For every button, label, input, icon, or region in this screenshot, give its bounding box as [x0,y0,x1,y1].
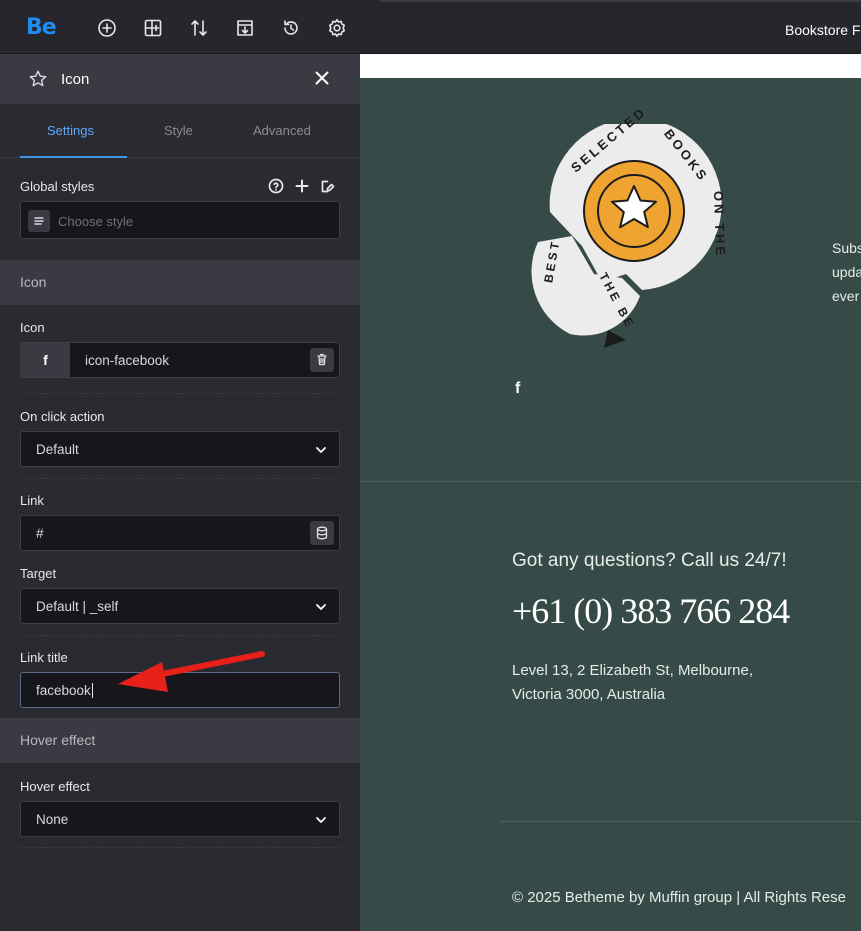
address-line-1: Level 13, 2 Elizabeth St, Melbourne, [512,662,753,679]
on-click-label: On click action [20,409,105,424]
link-title-label: Link title [20,650,68,665]
toolbar-hairline [380,0,861,2]
history-icon[interactable] [280,17,302,39]
icon-label: Icon [20,320,45,335]
tab-advanced[interactable]: Advanced [253,123,311,138]
tab-settings[interactable]: Settings [47,123,94,138]
edit-style-icon[interactable] [320,178,336,194]
icon-name[interactable]: icon-facebook [85,353,169,368]
facebook-icon[interactable]: f [21,343,70,377]
address-line-2: Victoria 3000, Australia [512,686,666,703]
export-icon[interactable] [234,17,256,39]
facebook-social-icon[interactable]: f [515,380,520,398]
layout-icon[interactable] [142,17,164,39]
chevron-down-icon [316,604,326,610]
phone-number[interactable]: +61 (0) 383 766 284 [512,590,790,632]
link-label: Link [20,493,44,508]
page-preview: SELECTED BOOKS ON THE BEST THE BE Subs u… [360,54,861,931]
link-title-value: facebook [36,683,93,698]
betheme-logo[interactable]: Be [26,15,57,40]
badge-text-on: ON THE [710,190,729,259]
site-title[interactable]: Bookstore F [785,22,860,38]
field-divider [20,635,340,636]
active-tab-indicator [20,156,127,158]
hover-effect-label: Hover effect [20,779,90,794]
global-style-select[interactable]: Choose style [20,201,340,239]
icon-picker[interactable]: f icon-facebook [20,342,340,378]
copyright-text: © 2025 Betheme by Muffin group | All Rig… [512,889,847,906]
choose-style-placeholder: Choose style [58,214,134,229]
target-select[interactable]: Default | _self [20,588,340,624]
close-icon[interactable] [312,68,332,88]
list-icon [28,210,50,232]
star-icon [29,70,47,87]
trash-icon[interactable] [310,348,334,372]
panel-header: Icon [0,54,360,104]
on-click-select[interactable]: Default [20,431,340,467]
chevron-down-icon [316,447,326,453]
settings-icon[interactable] [326,17,348,39]
section-hover-effect[interactable]: Hover effect [0,718,360,763]
section-hover-title: Hover effect [20,732,96,748]
link-input[interactable]: # [20,515,340,551]
hover-effect-select[interactable]: None [20,801,340,837]
subscribe-text-1: Subs [832,240,861,256]
section-icon[interactable]: Icon [0,260,360,305]
target-value: Default | _self [36,599,119,614]
top-toolbar: Be Bookstore F [0,0,861,54]
footer-divider [360,481,861,482]
field-divider [20,478,340,479]
hover-effect-value: None [36,812,69,827]
add-icon[interactable] [96,17,118,39]
subscribe-text-3: ever [832,288,860,304]
link-title-input[interactable]: facebook [20,672,340,708]
subscribe-text-2: upda [832,264,861,280]
on-click-value: Default [36,442,79,457]
sort-icon[interactable] [188,17,210,39]
global-styles-label: Global styles [20,179,95,194]
panel-tabs: Settings Style Advanced [0,104,360,158]
field-divider [20,847,340,848]
field-divider [20,393,340,394]
text-cursor [91,683,93,698]
section-icon-title: Icon [20,274,47,290]
target-label: Target [20,566,57,581]
database-icon[interactable] [310,521,334,545]
copyright-divider [500,821,861,822]
questions-heading: Got any questions? Call us 24/7! [512,550,787,571]
settings-panel: Icon Settings Style Advanced Global styl… [0,54,360,931]
tab-style[interactable]: Style [164,123,193,138]
add-style-icon[interactable] [294,178,310,194]
chevron-down-icon [316,817,326,823]
preview-top-strip [360,54,861,78]
help-icon[interactable] [268,178,284,194]
panel-title: Icon [61,71,90,88]
link-value: # [36,526,44,541]
